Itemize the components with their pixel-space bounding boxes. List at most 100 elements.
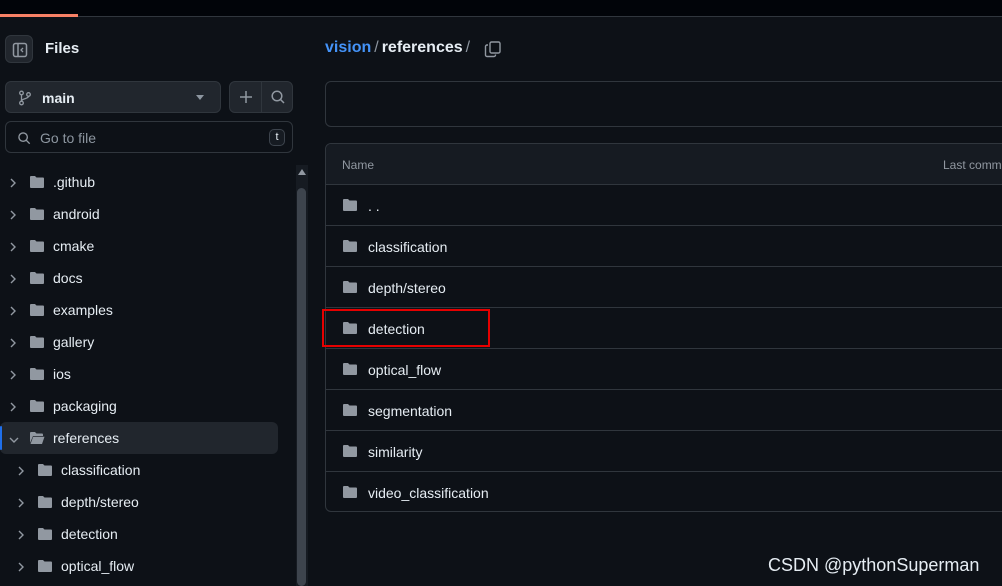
- folder-icon: [30, 400, 44, 412]
- copy-path-button[interactable]: [482, 38, 504, 60]
- column-header-name: Name: [342, 158, 375, 172]
- chevron-right-icon[interactable]: [8, 176, 18, 194]
- tree-item[interactable]: packaging: [0, 390, 278, 422]
- scroll-up-arrow-icon[interactable]: [298, 169, 306, 175]
- folder-icon: [30, 272, 44, 284]
- sidebar-title: Files: [45, 40, 80, 57]
- tree-item-label: detection: [61, 526, 118, 542]
- folder-open-icon: [29, 431, 45, 450]
- git-branch-icon: [19, 90, 31, 106]
- folder-icon: [343, 486, 357, 498]
- tree-item[interactable]: optical_flow: [0, 550, 278, 582]
- chevron-right-icon: [10, 402, 16, 412]
- search-icon: [18, 132, 31, 145]
- folder-icon: [29, 207, 45, 226]
- add-file-button[interactable]: [230, 82, 261, 112]
- directory-link[interactable]: optical_flow: [368, 362, 441, 378]
- table-row[interactable]: classification: [326, 226, 1002, 267]
- tree-item[interactable]: references: [0, 422, 278, 454]
- search-icon: [271, 90, 285, 104]
- chevron-right-icon[interactable]: [16, 560, 26, 578]
- latest-commit-box: [325, 81, 1002, 127]
- folder-icon: [37, 527, 53, 546]
- table-row[interactable]: similarity: [326, 431, 1002, 472]
- tree-item[interactable]: ios: [0, 358, 278, 390]
- scrollbar-thumb[interactable]: [297, 188, 306, 586]
- tree-item-label: optical_flow: [61, 558, 135, 574]
- tree-item[interactable]: docs: [0, 262, 278, 294]
- chevron-right-icon: [10, 338, 16, 348]
- folder-icon: [343, 240, 357, 252]
- table-row[interactable]: segmentation: [326, 390, 1002, 431]
- chevron-right-icon[interactable]: [16, 496, 26, 514]
- sidebar-scrollbar[interactable]: [296, 165, 308, 586]
- go-to-file-field[interactable]: t: [5, 121, 293, 153]
- breadcrumb-separator: /: [465, 39, 471, 56]
- folder-icon: [343, 445, 357, 457]
- folder-icon: [37, 559, 53, 578]
- folder-icon: [37, 463, 53, 482]
- chevron-right-icon: [18, 562, 24, 572]
- breadcrumb-repo-link[interactable]: vision: [325, 39, 371, 56]
- chevron-right-icon[interactable]: [8, 368, 18, 386]
- directory-link[interactable]: video_classification: [368, 485, 489, 501]
- directory-link[interactable]: depth/stereo: [368, 280, 446, 296]
- breadcrumb-separator: /: [374, 39, 379, 56]
- folder-icon: [38, 560, 52, 572]
- tree-item-label: packaging: [53, 398, 117, 414]
- table-row[interactable]: video_classification: [326, 472, 1002, 511]
- folder-icon: [342, 198, 358, 217]
- chevron-right-icon: [10, 370, 16, 380]
- tree-item[interactable]: cmake: [0, 230, 278, 262]
- tree-item-label: cmake: [53, 238, 95, 254]
- tree-item[interactable]: examples: [0, 294, 278, 326]
- collapse-sidebar-button[interactable]: [5, 35, 33, 63]
- tree-item[interactable]: android: [0, 198, 278, 230]
- chevron-right-icon[interactable]: [8, 240, 18, 258]
- table-row[interactable]: optical_flow: [326, 349, 1002, 390]
- table-row[interactable]: . .: [326, 185, 1002, 226]
- plus-icon: [240, 91, 252, 103]
- table-row[interactable]: depth/stereo: [326, 267, 1002, 308]
- keyboard-shortcut-badge: t: [269, 129, 285, 146]
- folder-icon: [29, 399, 45, 418]
- chevron-right-icon: [18, 466, 24, 476]
- branch-selector[interactable]: main: [5, 81, 221, 113]
- breadcrumb: vision / references /: [325, 39, 473, 57]
- chevron-down-icon[interactable]: [8, 432, 20, 450]
- tree-item[interactable]: classification: [0, 454, 278, 486]
- chevron-right-icon[interactable]: [16, 464, 26, 482]
- tree-item[interactable]: .github: [0, 166, 278, 198]
- sidebar-action-group: [229, 81, 293, 113]
- copy-icon: [484, 41, 501, 58]
- chevron-right-icon[interactable]: [8, 272, 18, 290]
- folder-icon: [342, 485, 358, 504]
- tree-item[interactable]: gallery: [0, 326, 278, 358]
- chevron-right-icon[interactable]: [16, 528, 26, 546]
- directory-link[interactable]: . .: [368, 198, 380, 214]
- tree-item-label: gallery: [53, 334, 95, 350]
- folder-icon: [343, 281, 357, 293]
- tree-item[interactable]: detection: [0, 518, 278, 550]
- folder-icon: [29, 303, 45, 322]
- search-code-button[interactable]: [262, 82, 293, 112]
- chevron-right-icon[interactable]: [8, 400, 18, 418]
- tree-item-label: depth/stereo: [61, 494, 139, 510]
- directory-link[interactable]: similarity: [368, 444, 422, 460]
- folder-icon: [342, 239, 358, 258]
- folder-icon: [37, 495, 53, 514]
- directory-link[interactable]: segmentation: [368, 403, 452, 419]
- directory-link[interactable]: classification: [368, 239, 447, 255]
- chevron-right-icon[interactable]: [8, 304, 18, 322]
- folder-icon: [29, 239, 45, 258]
- folder-icon: [38, 464, 52, 476]
- sidebar-collapse-icon: [12, 42, 28, 58]
- chevron-right-icon[interactable]: [8, 336, 18, 354]
- folder-open-icon: [30, 432, 45, 444]
- chevron-right-icon[interactable]: [8, 208, 18, 226]
- tree-item[interactable]: depth/stereo: [0, 486, 278, 518]
- go-to-file-input[interactable]: [40, 128, 260, 148]
- folder-icon: [29, 335, 45, 354]
- breadcrumb-current: references: [381, 39, 463, 56]
- folder-icon: [30, 240, 44, 252]
